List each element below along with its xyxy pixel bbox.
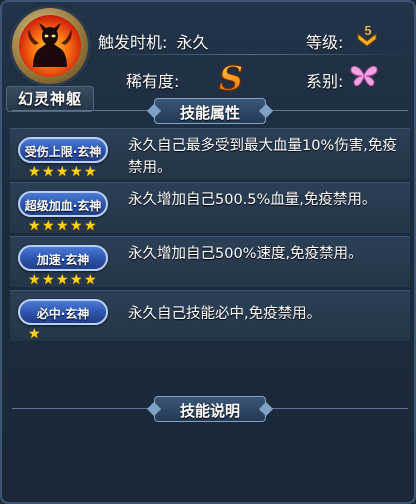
star-icon: ★ xyxy=(28,272,41,288)
demon-figure-icon xyxy=(28,23,72,67)
skill-stars: ★★★★★ xyxy=(28,269,98,287)
chevron-up-icon: 5 xyxy=(357,24,377,47)
star-icon: ★ xyxy=(28,326,41,342)
skill-badge: 受伤上限·玄神 xyxy=(18,137,108,163)
star-icon: ★ xyxy=(28,164,41,180)
skill-badge: 超级加血·玄神 xyxy=(18,191,108,217)
star-icon: ★ xyxy=(56,218,69,234)
section-skill-attributes: 技能属性 xyxy=(146,98,274,124)
hero-portrait xyxy=(12,8,88,84)
skill-stars: ★ xyxy=(28,323,42,341)
skill-description: 永久增加自己500%速度,免疫禁用。 xyxy=(128,246,363,262)
skill-description: 永久增加自己500.5%血量,免疫禁用。 xyxy=(128,192,377,208)
skill-stars: ★★★★★ xyxy=(28,215,98,233)
trigger-label: 触发时机: 永久 xyxy=(98,29,209,53)
skill-row: 必中·玄神 ★ 永久自己技能必中,免疫禁用。 xyxy=(10,290,410,341)
header-divider xyxy=(94,54,410,55)
star-icon: ★ xyxy=(84,164,97,180)
star-icon: ★ xyxy=(70,272,83,288)
hero-name: 幻灵神躯 xyxy=(17,90,82,108)
section-skill-description-title: 技能说明 xyxy=(179,402,240,420)
star-icon: ★ xyxy=(42,164,55,180)
skill-badge: 加速·玄神 xyxy=(18,245,108,271)
trigger-label-text: 触发时机: xyxy=(98,33,168,52)
skill-description: 永久自己技能必中,免疫禁用。 xyxy=(128,306,322,322)
rarity-value: S xyxy=(219,60,244,94)
skill-name: 受伤上限·玄神 xyxy=(24,145,102,159)
trigger-value: 永久 xyxy=(176,33,209,52)
star-icon: ★ xyxy=(84,218,97,234)
section-skill-attributes-title: 技能属性 xyxy=(179,104,240,122)
skill-name: 必中·玄神 xyxy=(36,307,90,321)
skill-row: 加速·玄神 ★★★★★ 永久增加自己500%速度,免疫禁用。 xyxy=(10,236,410,287)
star-icon: ★ xyxy=(42,218,55,234)
star-icon: ★ xyxy=(42,272,55,288)
skill-row: 受伤上限·玄神 ★★★★★ 永久自己最多受到最大血量10%伤害,免疫禁用。 xyxy=(10,128,410,179)
section-skill-description: 技能说明 xyxy=(146,396,274,422)
series-label: 系别: xyxy=(306,72,344,91)
level-label: 等级: xyxy=(306,33,344,52)
star-icon: ★ xyxy=(56,164,69,180)
star-icon: ★ xyxy=(70,218,83,234)
star-icon: ★ xyxy=(56,272,69,288)
skill-detail-panel: 幻灵神躯 触发时机: 永久 等级: 5 稀有度: S 系别: 技能属性 受伤上限… xyxy=(0,0,416,504)
butterfly-icon xyxy=(350,65,378,87)
rarity-label: 稀有度: xyxy=(126,72,180,91)
star-icon: ★ xyxy=(28,218,41,234)
level-value: 5 xyxy=(364,24,371,38)
skill-name: 加速·玄神 xyxy=(36,253,90,267)
skill-badge: 必中·玄神 xyxy=(18,299,108,325)
skill-stars: ★★★★★ xyxy=(28,161,98,179)
skill-name: 超级加血·玄神 xyxy=(24,199,102,213)
star-icon: ★ xyxy=(70,164,83,180)
s-rank-icon: S xyxy=(218,60,244,94)
star-icon: ★ xyxy=(84,272,97,288)
skill-row: 超级加血·玄神 ★★★★★ 永久增加自己500.5%血量,免疫禁用。 xyxy=(10,182,410,233)
skill-description: 永久自己最多受到最大血量10%伤害,免疫禁用。 xyxy=(128,138,397,176)
